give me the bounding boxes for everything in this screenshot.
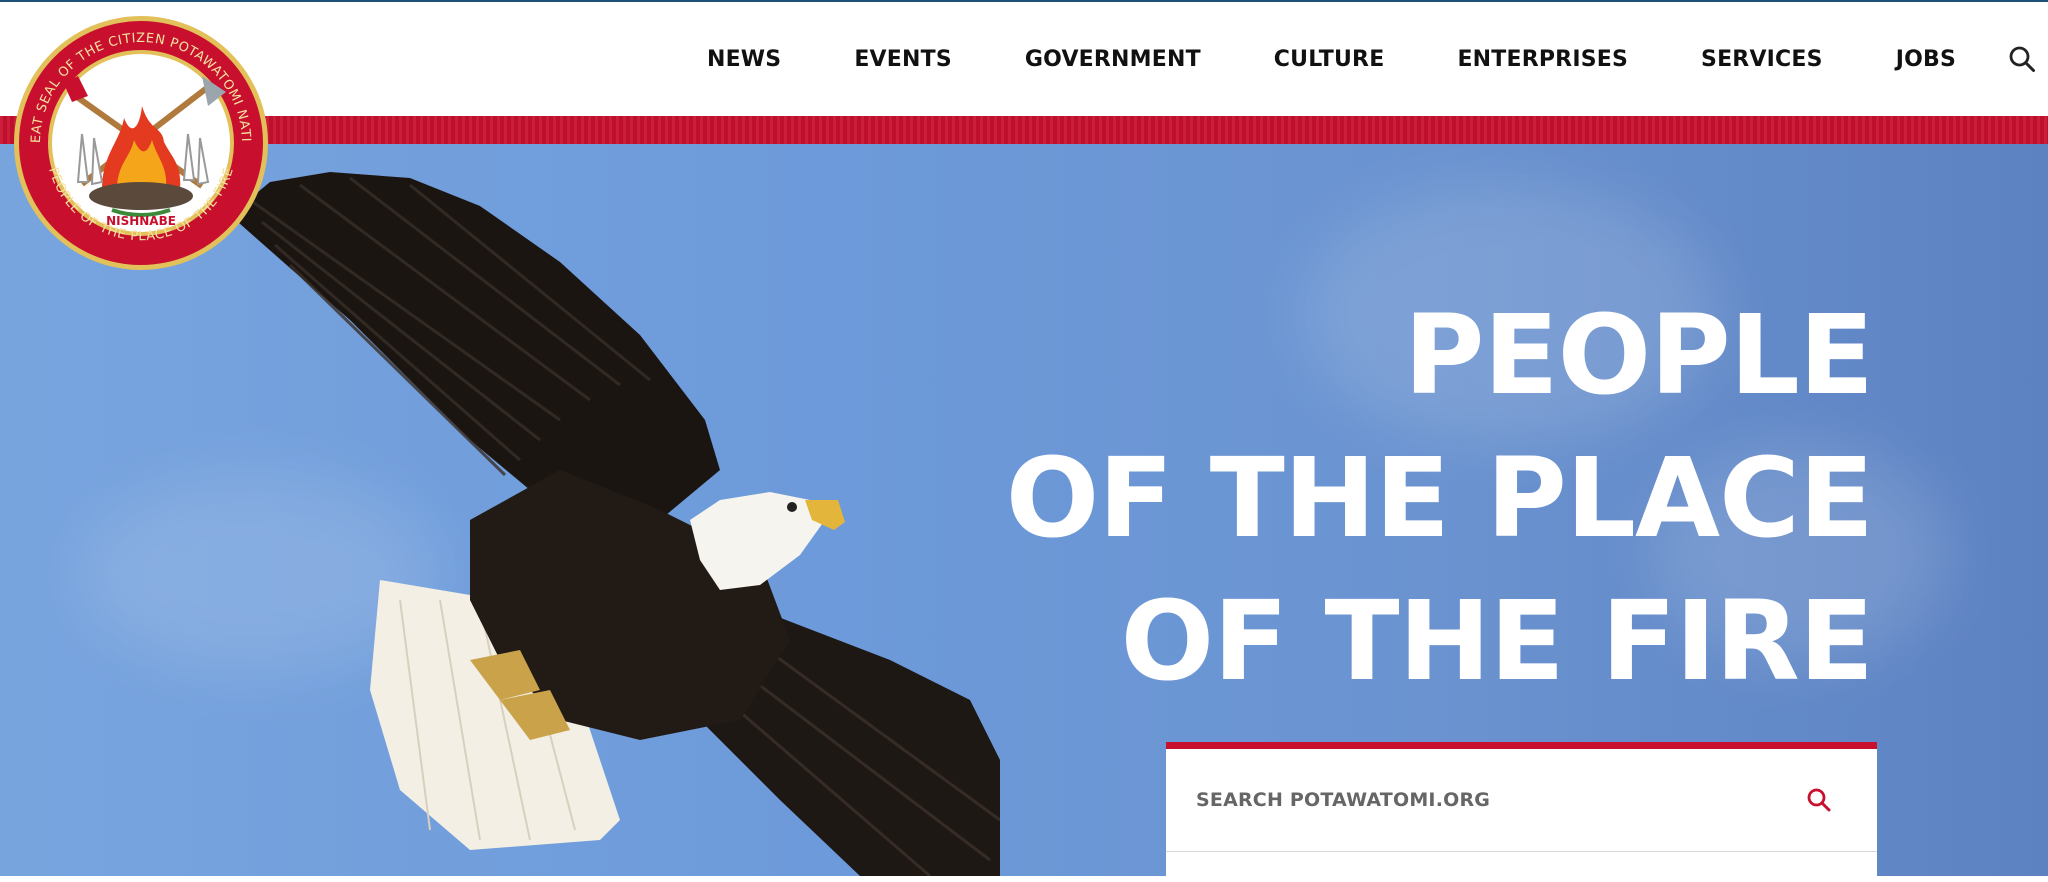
site-search-input[interactable] <box>1194 779 1778 821</box>
search-icon[interactable] <box>2008 45 2036 73</box>
citizen-potawatomi-seal-logo[interactable]: GREAT SEAL OF THE CITIZEN POTAWATOMI NAT… <box>12 14 270 272</box>
headline-line-2: OF THE PLACE <box>1005 434 1874 562</box>
nav-culture[interactable]: CULTURE <box>1274 47 1385 72</box>
search-icon[interactable] <box>1806 787 1832 813</box>
site-header: NEWS EVENTS GOVERNMENT CULTURE ENTERPRIS… <box>0 2 2048 116</box>
nav-events[interactable]: EVENTS <box>854 47 952 72</box>
nav-government[interactable]: GOVERNMENT <box>1025 47 1201 72</box>
svg-text:NISHNABE: NISHNABE <box>106 214 176 228</box>
red-pattern-band <box>0 116 2048 144</box>
nav-news[interactable]: NEWS <box>707 47 781 72</box>
hero-headline: PEOPLE OF THE PLACE OF THE FIRE <box>1005 284 1874 713</box>
nav-jobs[interactable]: JOBS <box>1896 47 1956 72</box>
nav-enterprises[interactable]: ENTERPRISES <box>1457 47 1628 72</box>
nav-services[interactable]: SERVICES <box>1701 47 1823 72</box>
site-search-card <box>1166 742 1877 882</box>
headline-line-1: PEOPLE <box>1403 291 1874 419</box>
search-divider <box>1166 851 1877 852</box>
headline-line-3: OF THE FIRE <box>1120 577 1874 705</box>
main-nav: NEWS EVENTS GOVERNMENT CULTURE ENTERPRIS… <box>707 2 2048 116</box>
